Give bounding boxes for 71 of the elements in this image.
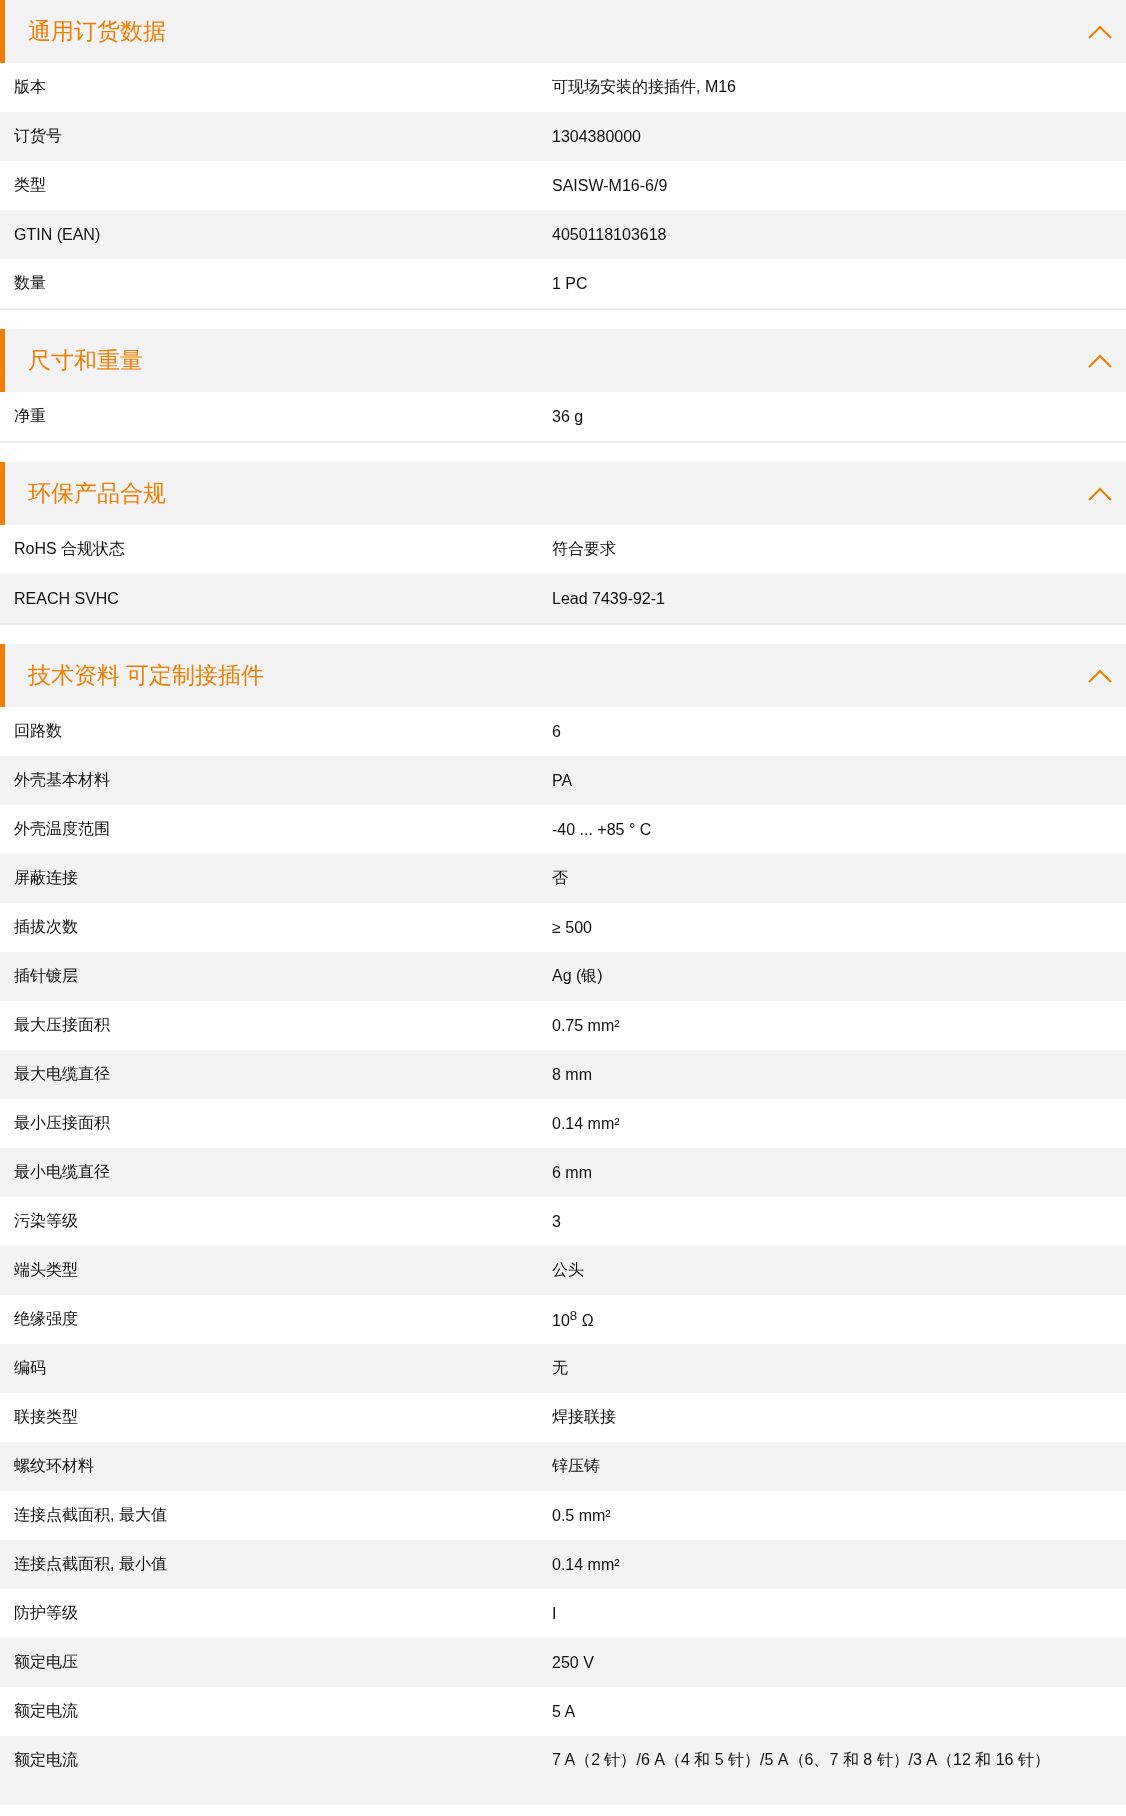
spec-value: 10$^{8}$ Ω [552,1308,594,1331]
spec-value: 0.5 mm² [552,1506,611,1525]
spec-value: 5 A [552,1702,576,1721]
spec-value: 36 g [552,407,584,426]
spec-label: 最小电缆直径 [14,1162,111,1182]
spec-label: RoHS 合规状态 [14,539,127,559]
section-title: 通用订货数据 [28,17,166,46]
spec-label: 额定电流 [14,1750,79,1770]
spec-label: 外壳基本材料 [14,770,111,790]
spec-label: 连接点截面积, 最大值 [14,1505,168,1525]
spec-value: 6 [552,722,561,741]
spec-value: 6 mm [552,1163,592,1182]
spec-value: PA [552,771,573,790]
spec-label: 外壳温度范围 [14,819,111,839]
chevron-up-icon[interactable] [1088,24,1112,39]
spec-label: 污染等级 [14,1211,79,1231]
spec-value: SAISW-M16-6/9 [552,176,668,195]
section-header[interactable]: 尺寸和重量 [0,329,1126,392]
section-header[interactable]: 通用订货数据 [0,0,1126,63]
spec-label: 插拔次数 [14,917,79,937]
spec-label: 版本 [14,77,47,97]
spec-value: 0.14 mm² [552,1555,620,1574]
spec-value: 公头 [552,1260,584,1280]
spec-value: 锌压铸 [552,1456,600,1476]
spec-label: 螺纹环材料 [14,1456,95,1476]
spec-value: 1304380000 [552,127,641,146]
spec-label: 订货号 [14,126,63,146]
spec-value: 4050118103618 [552,225,667,244]
spec-value: Ag (银) [552,966,603,986]
section-title: 环保产品合规 [28,479,166,508]
spec-label: 端头类型 [14,1260,79,1280]
spec-value: 无 [552,1358,568,1378]
chevron-up-icon[interactable] [1088,668,1112,683]
spec-value: 可现场安装的接插件, M16 [552,77,736,97]
spec-label: 额定电流 [14,1701,79,1721]
section-title: 尺寸和重量 [28,346,143,375]
chevron-up-icon[interactable] [1088,486,1112,501]
spec-value: 0.14 mm² [552,1114,620,1133]
chevron-up-icon[interactable] [1088,353,1112,368]
spec-value: 1 PC [552,274,588,293]
spec-label: 绝缘强度 [14,1309,79,1329]
spec-label: 插针镀层 [14,966,79,986]
spec-value: 3 [552,1212,561,1231]
spec-label: 连接点截面积, 最小值 [14,1554,168,1574]
spec-value: 焊接联接 [552,1407,616,1427]
spec-label: 数量 [14,273,47,293]
spec-label: 最小压接面积 [14,1113,111,1133]
spec-value: Lead 7439-92-1 [552,589,665,608]
spec-value: 0.75 mm² [552,1016,620,1035]
spec-value: 250 V [552,1653,594,1672]
spec-label: 联接类型 [14,1407,79,1427]
spec-value: 7 A（2 针）/6 A（4 和 5 针）/5 A（6、7 和 8 针）/3 A（12 和 16 针） [552,1750,1050,1770]
spec-label: REACH SVHC [14,589,120,608]
spec-value: 8 mm [552,1065,592,1084]
spec-value: 否 [552,868,568,888]
spec-value: ≥ 500 [552,918,592,937]
spec-label: 最大电缆直径 [14,1064,111,1084]
spec-label: 额定电压 [14,1652,79,1672]
spec-value: I [552,1604,557,1623]
spec-label: 屏蔽连接 [14,868,79,888]
spec-value: -40 ... +85 ° C [552,820,652,839]
spec-label: 类型 [14,175,47,195]
spec-label: 回路数 [14,721,63,741]
spec-label: 净重 [14,406,47,426]
section-title: 技术资料 可定制接插件 [28,661,265,690]
spec-label: 最大压接面积 [14,1015,111,1035]
section-header[interactable]: 环保产品合规 [0,462,1126,525]
spec-label: 防护等级 [14,1603,79,1623]
spec-label: GTIN (EAN) [14,225,102,244]
spec-value: 符合要求 [552,539,616,559]
spec-label: 编码 [14,1358,47,1378]
